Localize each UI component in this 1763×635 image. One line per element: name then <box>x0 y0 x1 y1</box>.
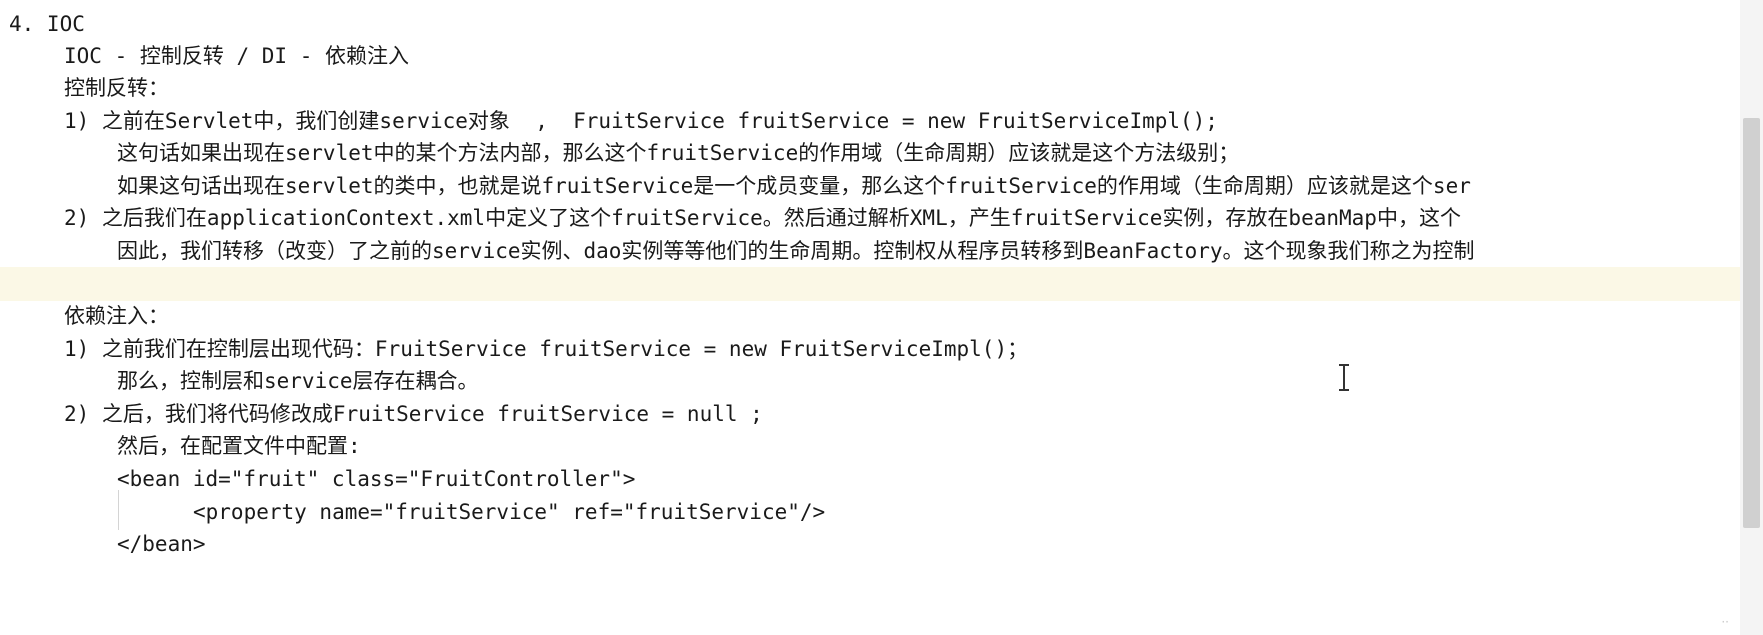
line-text: 4. IOC <box>9 12 85 36</box>
line-di-item-1-cont: 那么，控制层和service层存在耦合。 <box>0 363 1740 399</box>
line-ioc-item-1: 1) 之前在Servlet中，我们创建service对象 , FruitServ… <box>0 103 1740 139</box>
line-text: 控制反转： <box>64 76 169 100</box>
line-subtitle: IOC - 控制反转 / DI - 依赖注入 <box>0 38 1740 74</box>
line-text: 依赖注入： <box>64 304 169 328</box>
line-text: 然后，在配置文件中配置: <box>117 434 361 458</box>
line-text: 因此，我们转移（改变）了之前的service实例、dao实例等等他们的生命周期。… <box>117 239 1475 263</box>
line-di-item-2: 2) 之后，我们将代码修改成FruitService fruitService … <box>0 396 1740 432</box>
line-xml-bean-close: </bean> <box>0 526 1740 562</box>
line-text: 那么，控制层和service层存在耦合。 <box>117 369 479 393</box>
line-text: <bean id="fruit" class="FruitController"… <box>117 467 636 491</box>
line-text: 2) 之后我们在applicationContext.xml中定义了这个frui… <box>64 206 1461 230</box>
line-text: <property name="fruitService" ref="fruit… <box>193 500 826 524</box>
line-xml-bean-open: <bean id="fruit" class="FruitController"… <box>0 461 1740 497</box>
document-editor[interactable]: 4. IOC IOC - 控制反转 / DI - 依赖注入 控制反转： 1) 之… <box>0 0 1740 635</box>
line-text: 2) 之后，我们将代码修改成FruitService fruitService … <box>64 402 763 426</box>
line-text: 如果这句话出现在servlet的类中，也就是说fruitService是一个成员… <box>117 174 1471 198</box>
corner-mark: ·· <box>1721 615 1729 629</box>
line-text: 1) 之前在Servlet中，我们创建service对象 , FruitServ… <box>64 109 1218 133</box>
line-xml-property: <property name="fruitService" ref="fruit… <box>0 494 1740 530</box>
vertical-scrollbar[interactable] <box>1740 0 1763 635</box>
line-ioc-item-2-cont: 因此，我们转移（改变）了之前的service实例、dao实例等等他们的生命周期。… <box>0 233 1740 269</box>
line-current-empty[interactable] <box>0 267 1740 301</box>
line-text: </bean> <box>117 532 206 556</box>
line-section-di: 依赖注入： <box>0 298 1740 334</box>
line-text: IOC - 控制反转 / DI - 依赖注入 <box>64 44 410 68</box>
line-text: 1) 之前我们在控制层出现代码：FruitService fruitServic… <box>64 337 1029 361</box>
line-heading: 4. IOC <box>0 6 1740 42</box>
scrollbar-thumb[interactable] <box>1743 118 1760 528</box>
line-section-ioc: 控制反转： <box>0 70 1740 106</box>
indent-guide <box>118 490 119 530</box>
line-text: 这句话如果出现在servlet中的某个方法内部，那么这个fruitService… <box>117 141 1240 165</box>
line-di-item-2-cont: 然后，在配置文件中配置: <box>0 428 1740 464</box>
line-ioc-item-1-cont: 如果这句话出现在servlet的类中，也就是说fruitService是一个成员… <box>0 168 1740 204</box>
line-ioc-item-1-cont: 这句话如果出现在servlet中的某个方法内部，那么这个fruitService… <box>0 135 1740 171</box>
line-di-item-1: 1) 之前我们在控制层出现代码：FruitService fruitServic… <box>0 331 1740 367</box>
text-cursor-icon <box>1338 364 1350 392</box>
line-ioc-item-2: 2) 之后我们在applicationContext.xml中定义了这个frui… <box>0 200 1740 236</box>
